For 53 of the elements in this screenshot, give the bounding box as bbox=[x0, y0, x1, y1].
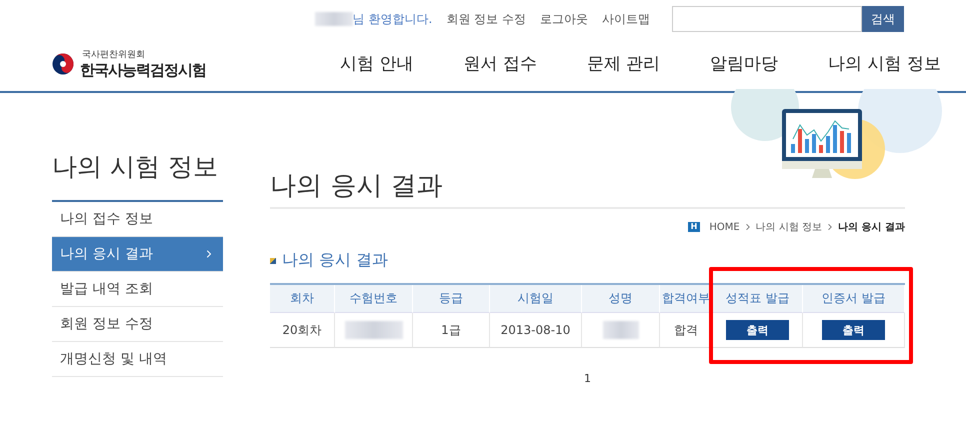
chart-bar bbox=[819, 145, 823, 153]
welcome-text: 님 환영합니다. bbox=[352, 10, 432, 28]
print-button[interactable]: 출력 bbox=[726, 320, 789, 340]
breadcrumb-item: 나의 응시 결과 bbox=[838, 221, 905, 234]
print-button[interactable]: 출력 bbox=[822, 320, 885, 340]
blurred-name bbox=[314, 12, 353, 26]
chart-bar bbox=[791, 144, 795, 153]
column-header: 등급 bbox=[413, 285, 490, 313]
page-title: 나의 응시 결과 bbox=[270, 170, 443, 203]
table-cell: 1급 bbox=[413, 313, 490, 348]
chart-bar bbox=[833, 125, 837, 153]
nav-item[interactable]: 나의 시험 정보 bbox=[803, 52, 966, 75]
chart-bar bbox=[805, 139, 809, 153]
breadcrumb-item[interactable]: HOME bbox=[709, 222, 740, 232]
chart-bar bbox=[840, 131, 844, 153]
table-cell: 합격 bbox=[660, 313, 713, 348]
column-header: 시험일 bbox=[490, 285, 582, 313]
chart-bar bbox=[847, 133, 851, 153]
header-link[interactable]: 사이트맵 bbox=[602, 10, 650, 28]
sidebar-title: 나의 시험 정보 bbox=[52, 150, 223, 202]
chart-bar bbox=[826, 136, 830, 153]
column-header: 수험번호 bbox=[335, 285, 413, 313]
blurred-value bbox=[344, 321, 402, 339]
chart-bar bbox=[812, 134, 816, 153]
search-field[interactable] bbox=[672, 6, 862, 32]
sidebar-item[interactable]: 개명신청 및 내역 bbox=[52, 342, 223, 377]
nav-item[interactable]: 문제 관리 bbox=[562, 52, 686, 75]
header-link[interactable]: 로그아웃 bbox=[540, 10, 588, 28]
column-header: 인증서 발급 bbox=[803, 285, 905, 313]
column-header: 성적표 발급 bbox=[713, 285, 803, 313]
column-header: 회차 bbox=[270, 285, 335, 313]
logo-org-text: 국사편찬위원회 bbox=[82, 48, 146, 60]
chart-bar bbox=[798, 129, 802, 153]
nav-item[interactable]: 시험 안내 bbox=[314, 52, 438, 75]
sidebar-item[interactable]: 회원 정보 수정 bbox=[52, 307, 223, 342]
home-mark: H bbox=[688, 222, 700, 232]
page-link[interactable]: 1 bbox=[584, 372, 591, 385]
section-title: 나의 응시 결과 bbox=[282, 250, 388, 271]
search-button[interactable]: 검색 bbox=[862, 6, 904, 32]
sidebar-item[interactable]: 발급 내역 조회 bbox=[52, 272, 223, 307]
nav-item[interactable]: 원서 접수 bbox=[438, 52, 562, 75]
breadcrumb-item[interactable]: 나의 시험 정보 bbox=[756, 220, 822, 234]
blurred-value bbox=[602, 321, 638, 339]
column-header: 성명 bbox=[582, 285, 660, 313]
logo-title: 한국사능력검정시험 bbox=[80, 60, 206, 80]
table-cell: 2013-08-10 bbox=[490, 313, 582, 348]
header-link[interactable]: 회원 정보 수정 bbox=[446, 10, 526, 28]
nav-item[interactable]: 알림마당 bbox=[685, 52, 804, 75]
bullet-icon bbox=[270, 258, 276, 264]
logo-icon bbox=[52, 52, 74, 74]
sidebar-item[interactable]: 나의 응시 결과 bbox=[52, 237, 223, 272]
chart-line bbox=[792, 120, 850, 142]
table-cell: 20회차 bbox=[270, 313, 335, 348]
